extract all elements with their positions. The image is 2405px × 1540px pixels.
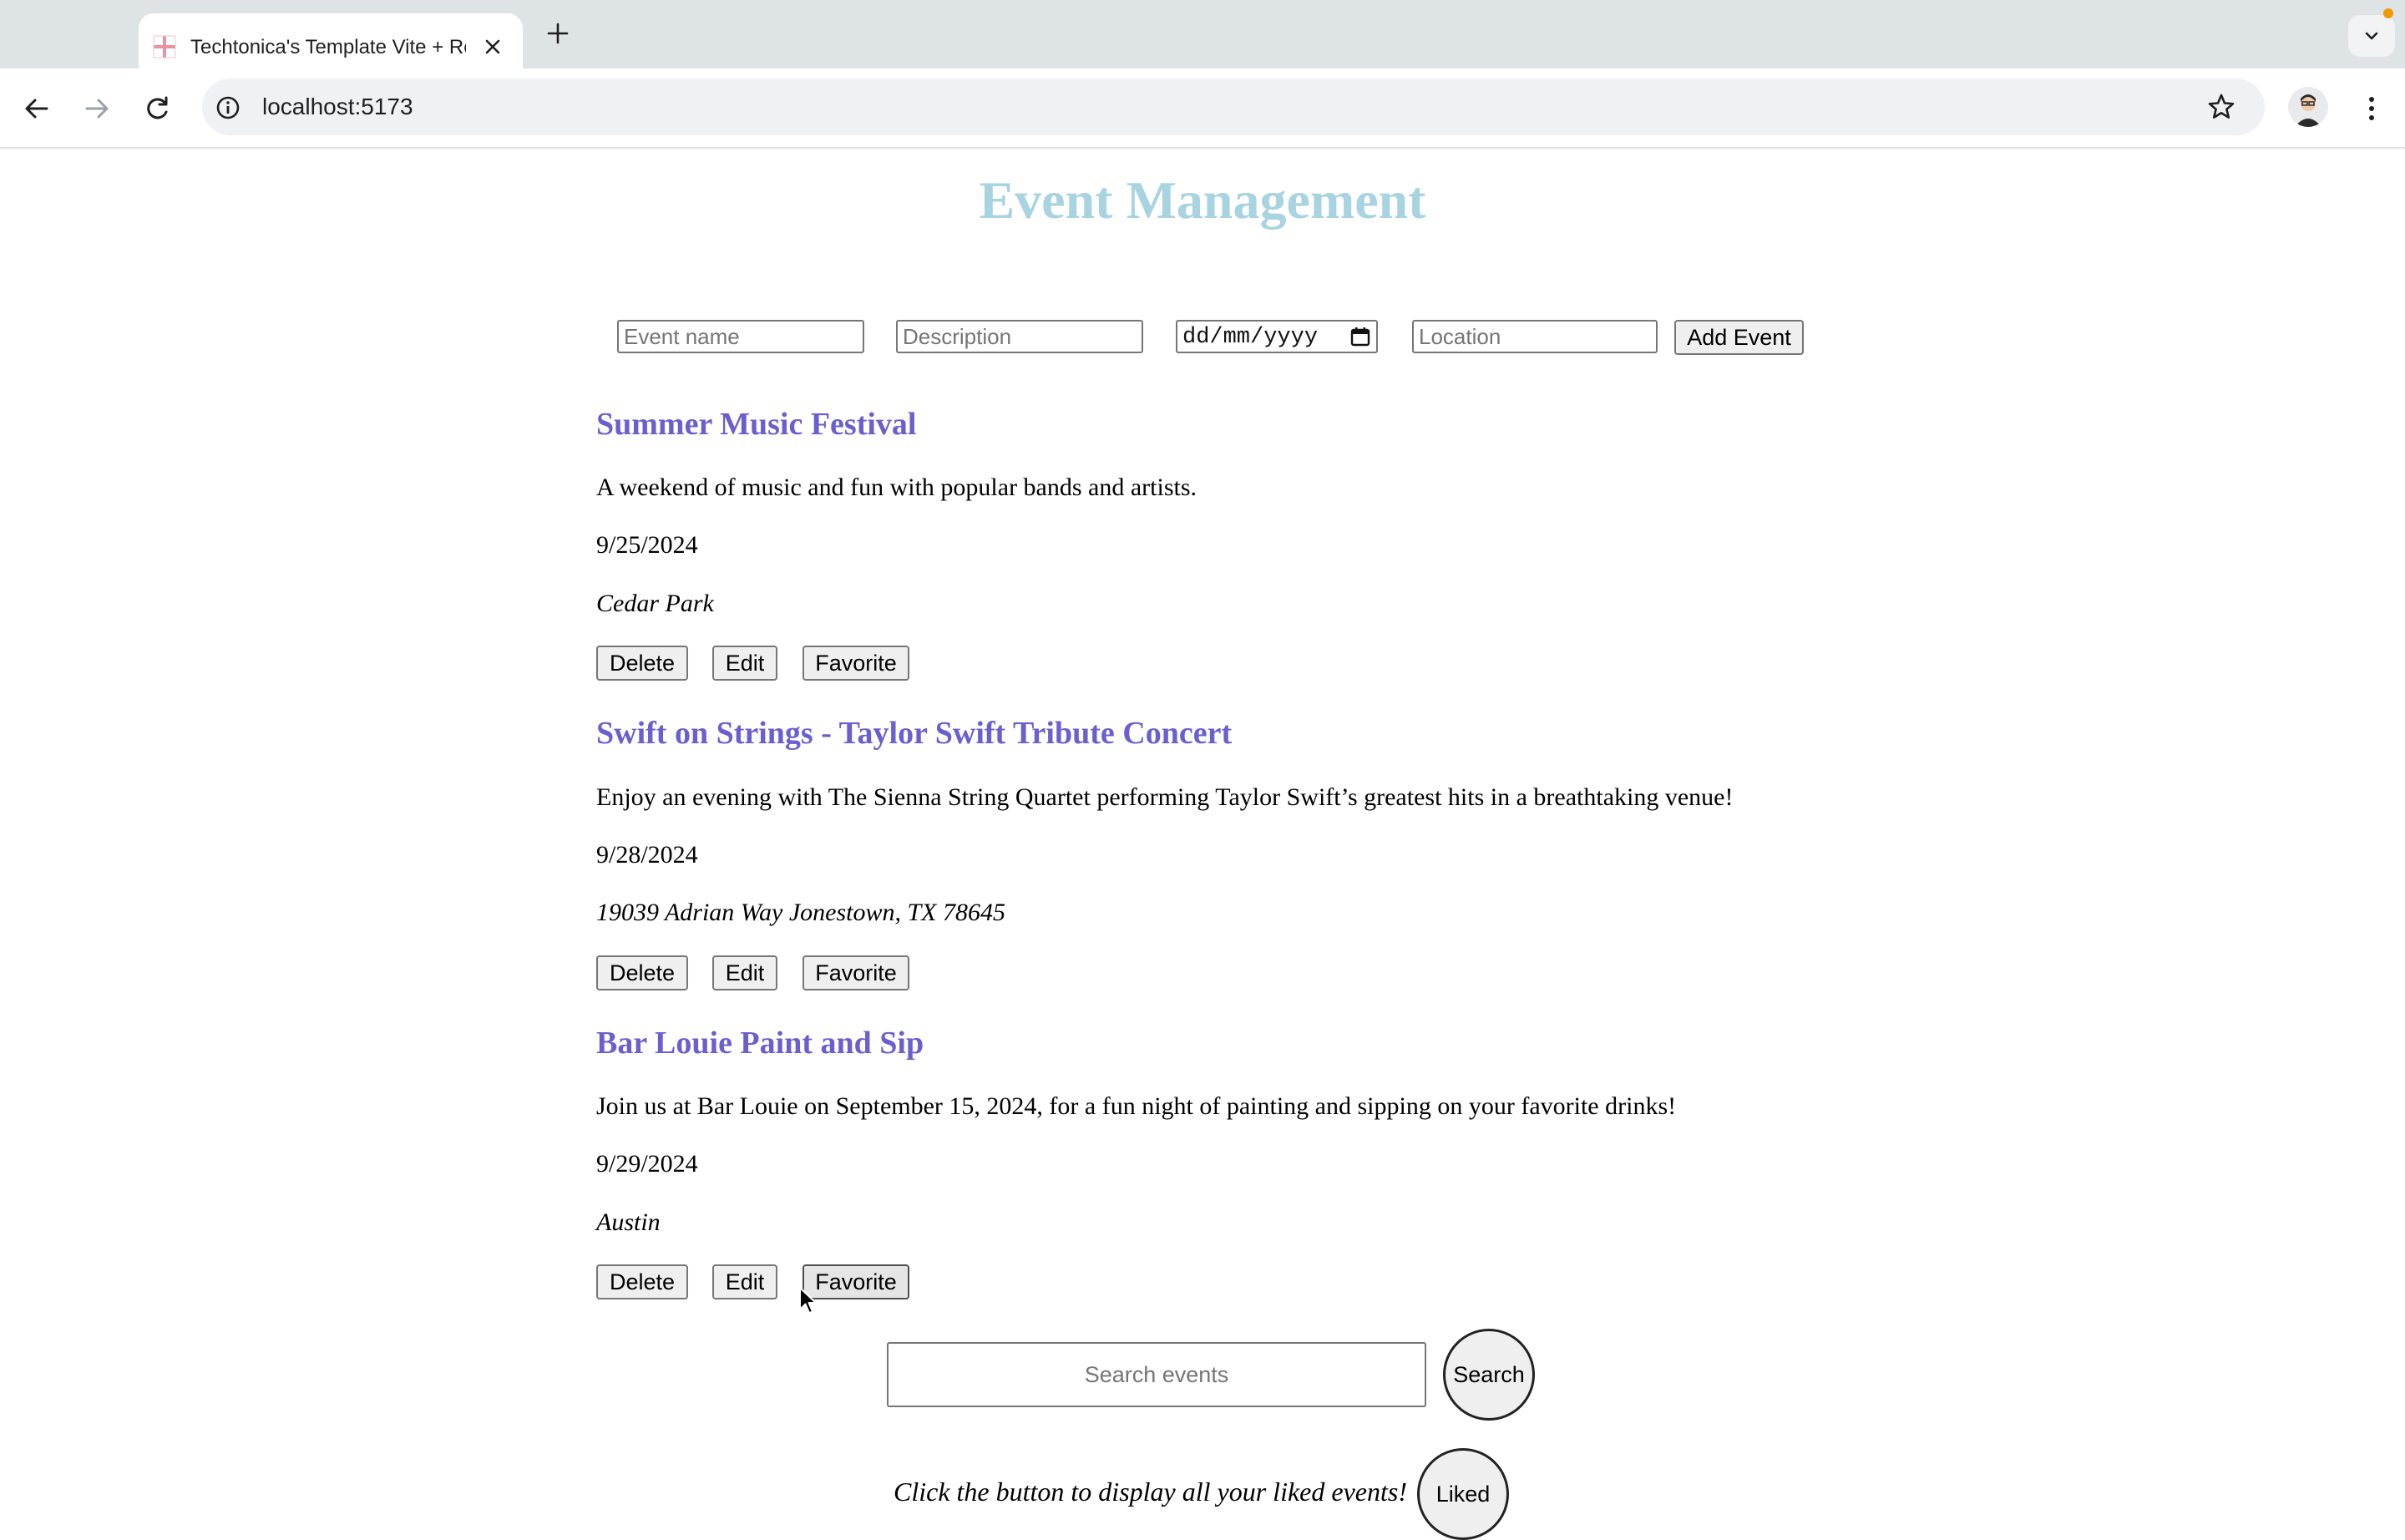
- favorite-button[interactable]: Favorite: [803, 646, 909, 681]
- event-date: 9/29/2024: [596, 1150, 698, 1178]
- liked-button[interactable]: Liked: [1417, 1448, 1509, 1540]
- event-location: 19039 Adrian Way Jonestown, TX 78645: [596, 899, 1006, 926]
- forward-arrow-icon[interactable]: [80, 92, 114, 125]
- bookmark-star-icon[interactable]: [2206, 92, 2236, 122]
- profile-avatar-icon[interactable]: [2288, 87, 2328, 127]
- vite-favicon-icon: [153, 35, 176, 58]
- close-icon[interactable]: [478, 32, 508, 62]
- browser-toolbar: localhost:5173: [0, 68, 2405, 149]
- location-input[interactable]: [1412, 320, 1658, 353]
- delete-button[interactable]: Delete: [596, 1264, 688, 1299]
- description-input[interactable]: [896, 320, 1143, 353]
- event-date: 9/28/2024: [596, 841, 698, 869]
- address-bar[interactable]: localhost:5173: [202, 79, 2265, 135]
- event-title: Summer Music Festival: [596, 407, 917, 442]
- event-title: Bar Louie Paint and Sip: [596, 1026, 924, 1061]
- event-description: Join us at Bar Louie on September 15, 20…: [596, 1092, 1677, 1120]
- search-input[interactable]: [887, 1342, 1426, 1407]
- tab-title: Techtonica's Template Vite + React: [190, 36, 466, 58]
- edit-button[interactable]: Edit: [712, 646, 777, 681]
- page-title: Event Management: [979, 170, 1426, 230]
- browser-tab-strip: Techtonica's Template Vite + React: [0, 0, 2405, 68]
- tab-search-button[interactable]: [2348, 15, 2395, 57]
- event-location: Cedar Park: [596, 590, 714, 617]
- chevron-down-icon: [2365, 32, 2378, 40]
- delete-button[interactable]: Delete: [596, 955, 688, 990]
- reload-icon[interactable]: [140, 92, 174, 125]
- search-button[interactable]: Search: [1443, 1329, 1535, 1421]
- event-date: 9/25/2024: [596, 531, 698, 559]
- date-placeholder: dd/mm/yyyy: [1182, 325, 1319, 350]
- site-info-icon[interactable]: [214, 94, 242, 122]
- favorite-button[interactable]: Favorite: [803, 1264, 909, 1299]
- notification-dot: [2383, 8, 2393, 18]
- delete-button[interactable]: Delete: [596, 646, 688, 681]
- event-description: A weekend of music and fun with popular …: [596, 474, 1197, 501]
- add-event-button[interactable]: Add Event: [1674, 320, 1804, 355]
- new-tab-icon[interactable]: [543, 18, 573, 48]
- edit-button[interactable]: Edit: [712, 955, 777, 990]
- favorite-button[interactable]: Favorite: [803, 955, 909, 990]
- edit-button[interactable]: Edit: [712, 1264, 777, 1299]
- event-location: Austin: [596, 1208, 661, 1236]
- url-text: localhost:5173: [262, 94, 413, 119]
- date-input[interactable]: dd/mm/yyyy: [1176, 320, 1378, 353]
- browser-tab[interactable]: Techtonica's Template Vite + React: [139, 13, 523, 68]
- mouse-cursor-icon: [799, 1287, 817, 1314]
- liked-caption: Click the button to display all your lik…: [894, 1477, 1407, 1507]
- event-description: Enjoy an evening with The Sienna String …: [596, 783, 1734, 811]
- back-arrow-icon[interactable]: [20, 92, 53, 125]
- event-name-input[interactable]: [617, 320, 864, 353]
- event-title: Swift on Strings - Taylor Swift Tribute …: [596, 716, 1233, 751]
- calendar-icon[interactable]: [1349, 326, 1371, 347]
- more-vert-icon[interactable]: [2355, 92, 2388, 125]
